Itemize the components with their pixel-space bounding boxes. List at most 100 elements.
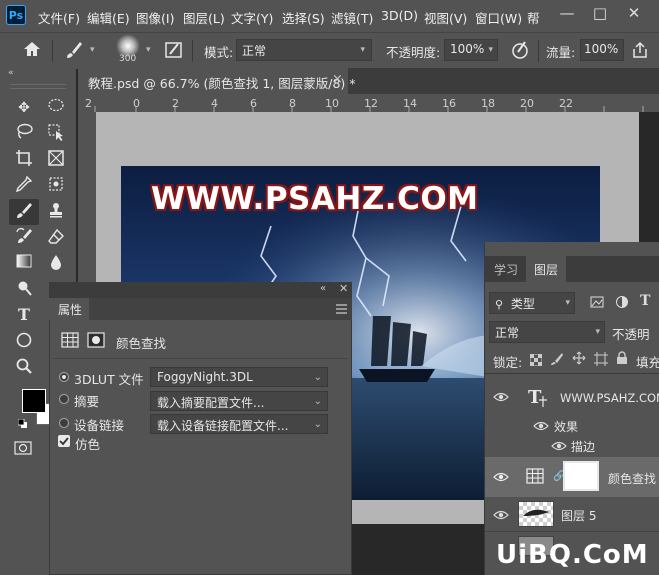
3dlut-select[interactable]: FoggyNight.3DL ⌄: [150, 367, 328, 387]
menu-select[interactable]: 选择(S): [282, 8, 325, 27]
mode-select[interactable]: 正常 ▾: [236, 39, 372, 61]
history-brush-icon[interactable]: [12, 227, 36, 249]
lock-position-icon[interactable]: [572, 351, 586, 365]
lock-label: 锁定:: [493, 355, 523, 370]
tab-layers-label: 图层: [534, 263, 559, 277]
filter-type-icon[interactable]: T: [640, 293, 650, 309]
eyedropper-tool-icon[interactable]: [12, 175, 36, 197]
eraser-tool-icon[interactable]: [44, 227, 68, 249]
move-tool-icon[interactable]: ✥: [12, 97, 36, 119]
visibility-eye-icon[interactable]: [493, 472, 509, 482]
panel-menu-icon[interactable]: [336, 303, 347, 314]
lock-artboard-icon[interactable]: [594, 352, 608, 366]
collapse-icon[interactable]: «: [8, 68, 14, 78]
blur-tool-icon[interactable]: [44, 253, 68, 275]
layer-name: 图层 5: [561, 509, 597, 523]
visibility-eye-icon[interactable]: [493, 510, 509, 520]
layer-opacity-label: 不透明: [612, 327, 650, 342]
visibility-eye-icon[interactable]: [533, 421, 549, 431]
flow-field[interactable]: 100%: [580, 39, 624, 61]
close-button[interactable]: ✕: [622, 4, 646, 24]
crop-tool-icon[interactable]: [12, 149, 36, 171]
maximize-button[interactable]: □: [588, 4, 612, 24]
flow-label: 流量:: [546, 45, 576, 60]
stroke-effect-label: 描边: [571, 440, 596, 454]
ruler-label: 10: [325, 97, 339, 110]
ruler-label: 12: [364, 97, 378, 110]
lookup-table-icon: [526, 468, 544, 484]
opacity-field[interactable]: 100% ▾: [444, 39, 498, 61]
lookup-table-icon: [61, 332, 79, 348]
visibility-eye-icon[interactable]: [551, 441, 567, 451]
chevron-down-icon: ⌄: [313, 372, 322, 383]
menu-window[interactable]: 窗口(W): [475, 8, 522, 27]
canvas-headline-text[interactable]: WWW.PSAHZ.COM: [151, 181, 479, 217]
menu-help[interactable]: 帮: [527, 8, 540, 27]
pressure-opacity-icon[interactable]: [510, 40, 530, 60]
layer-filter-value: 类型: [510, 297, 535, 311]
properties-panel-header[interactable]: [49, 282, 352, 298]
layer-mask-icon[interactable]: [87, 332, 105, 348]
brush-settings-icon[interactable]: [164, 40, 184, 60]
3dlut-radio[interactable]: [59, 372, 69, 382]
minimize-button[interactable]: —: [555, 4, 579, 24]
ruler-label: 22: [559, 97, 573, 110]
blend-mode-select[interactable]: 正常 ▾: [489, 321, 605, 343]
tab-learn[interactable]: 学习: [494, 261, 518, 278]
menu-layer[interactable]: 图层(L): [183, 8, 225, 27]
menu-view[interactable]: 视图(V): [424, 8, 467, 27]
patch-tool-icon[interactable]: [44, 175, 68, 197]
search-icon: ⚲: [495, 298, 504, 311]
filter-adjustment-icon[interactable]: [615, 295, 629, 309]
dither-checkbox[interactable]: [58, 435, 70, 447]
flow-value: 100%: [584, 42, 619, 56]
mode-label: 模式:: [204, 45, 234, 60]
dodge-tool-icon[interactable]: [12, 279, 36, 301]
chevron-down-icon[interactable]: ▾: [146, 45, 151, 55]
gradient-tool-icon[interactable]: [12, 253, 36, 275]
zoom-tool-icon[interactable]: [12, 357, 36, 379]
brush-tool-icon[interactable]: [64, 40, 84, 60]
home-icon[interactable]: [22, 40, 42, 58]
link-icon[interactable]: 🔗: [553, 471, 565, 483]
frame-tool-icon[interactable]: [44, 149, 68, 171]
3dlut-value: FoggyNight.3DL: [157, 370, 253, 384]
photoshop-logo[interactable]: Ps: [6, 5, 26, 25]
menu-type[interactable]: 文字(Y): [231, 8, 273, 27]
foreground-color-swatch[interactable]: [22, 389, 46, 413]
filter-pixel-icon[interactable]: [590, 295, 604, 309]
collapse-panel-icon[interactable]: «: [320, 283, 326, 294]
stamp-tool-icon[interactable]: [44, 201, 68, 223]
marquee-tool-icon[interactable]: [44, 97, 68, 119]
abstract-radio[interactable]: [59, 394, 69, 404]
lock-all-icon[interactable]: [616, 351, 628, 365]
menu-filter[interactable]: 滤镜(T): [331, 8, 373, 27]
close-panel-icon[interactable]: ✕: [339, 282, 348, 295]
menu-3d[interactable]: 3D(D): [381, 8, 418, 23]
quick-mask-icon[interactable]: [14, 440, 32, 456]
share-icon[interactable]: [630, 40, 650, 60]
abstract-select[interactable]: 载入摘要配置文件... ⌄: [150, 391, 328, 411]
menu-edit[interactable]: 编辑(E): [87, 8, 130, 27]
layer-mask-thumbnail[interactable]: [563, 461, 599, 491]
lock-pixels-icon[interactable]: [550, 352, 564, 366]
menu-image[interactable]: 图像(I): [136, 8, 174, 27]
ruler-label: 16: [442, 97, 456, 110]
device-link-select[interactable]: 载入设备链接配置文件... ⌄: [150, 414, 328, 434]
visibility-eye-icon[interactable]: [493, 392, 509, 402]
close-tab-icon[interactable]: ×: [332, 72, 343, 87]
ruler-label: 14: [403, 97, 417, 110]
lock-transparent-icon[interactable]: [529, 353, 543, 367]
toolbar-grip[interactable]: [10, 84, 66, 89]
lasso-tool-icon[interactable]: [12, 123, 36, 145]
menu-file[interactable]: 文件(F): [38, 8, 80, 27]
layer-filter-select[interactable]: ⚲ 类型 ▾: [489, 292, 575, 314]
object-select-tool-icon[interactable]: [44, 123, 68, 145]
type-tool-icon[interactable]: T: [12, 305, 36, 327]
default-colors-icon[interactable]: [17, 418, 28, 428]
shape-tool-icon[interactable]: [12, 331, 36, 353]
device-link-radio[interactable]: [59, 418, 69, 428]
chevron-down-icon[interactable]: ▾: [90, 45, 95, 55]
brush-tool-icon[interactable]: [12, 201, 36, 223]
properties-tab-strip: [49, 298, 352, 320]
